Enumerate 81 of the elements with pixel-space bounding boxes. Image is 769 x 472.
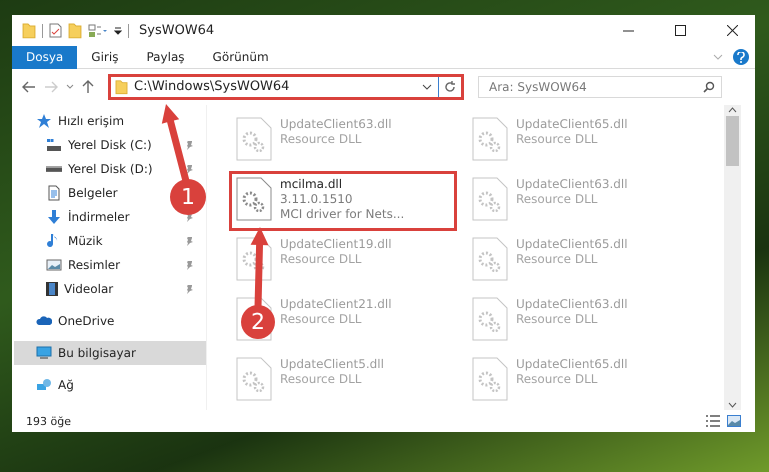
search-field[interactable]: Ara: SysWOW64 bbox=[478, 76, 722, 98]
picture-icon bbox=[46, 259, 62, 271]
file-gear-icon bbox=[236, 117, 272, 161]
file-detail: Resource DLL bbox=[516, 252, 598, 267]
scroll-up-icon[interactable] bbox=[728, 107, 737, 113]
file-detail: Resource DLL bbox=[280, 132, 362, 147]
drive-icon bbox=[46, 166, 62, 172]
file-detail: Resource DLL bbox=[280, 312, 362, 327]
details-view-icon[interactable] bbox=[705, 414, 721, 428]
sidebar-item[interactable]: Ağ bbox=[14, 373, 206, 397]
computer-icon bbox=[36, 345, 52, 361]
window-title: SysWOW64 bbox=[139, 23, 214, 38]
pin-icon bbox=[184, 236, 194, 246]
sidebar-item[interactable]: OneDrive bbox=[14, 309, 206, 333]
download-icon bbox=[46, 209, 62, 225]
sidebar-item[interactable]: Bu bilgisayar bbox=[14, 341, 206, 365]
maximize-icon bbox=[674, 25, 686, 36]
file-gear-icon bbox=[472, 297, 508, 341]
sidebar-item[interactable]: Hızlı erişim bbox=[14, 109, 206, 133]
pin-icon bbox=[184, 284, 194, 294]
file-gear-icon bbox=[472, 177, 508, 221]
sidebar-item[interactable]: Belgeler bbox=[14, 181, 172, 205]
item-count: 193 öğe bbox=[26, 414, 71, 428]
film-icon bbox=[46, 281, 58, 297]
sidebar-item[interactable]: Yerel Disk (C:) bbox=[14, 133, 172, 157]
close-icon bbox=[726, 25, 738, 36]
sidebar-item[interactable]: İndirmeler bbox=[14, 205, 172, 229]
step-number-badge: 1 bbox=[170, 179, 206, 215]
ribbon-tab[interactable]: Görünüm bbox=[198, 46, 283, 68]
search-icon bbox=[703, 81, 715, 93]
file-detail: MCI driver for Nets... bbox=[280, 207, 404, 222]
scrollbar-thumb[interactable] bbox=[726, 116, 739, 166]
file-gear-icon bbox=[472, 237, 508, 281]
scroll-down-icon[interactable] bbox=[728, 402, 737, 408]
up-arrow-icon bbox=[82, 80, 94, 94]
file-detail: Resource DLL bbox=[516, 192, 598, 207]
file-detail: Resource DLL bbox=[516, 312, 598, 327]
question-mark-icon bbox=[737, 52, 745, 62]
drive-icon bbox=[46, 139, 62, 151]
folder-icon bbox=[115, 79, 128, 95]
file-name[interactable]: mcilma.dll bbox=[280, 177, 404, 192]
minimize-icon bbox=[622, 30, 634, 32]
ribbon-tab[interactable]: Giriş bbox=[77, 46, 132, 68]
sidebar-item[interactable]: Resimler bbox=[14, 253, 172, 277]
up-button[interactable] bbox=[80, 78, 96, 96]
chevron-down-icon bbox=[66, 84, 74, 90]
scrollbar[interactable] bbox=[724, 105, 741, 410]
pin-icon bbox=[184, 260, 194, 270]
dropdown-caret-icon[interactable] bbox=[422, 84, 432, 90]
large-icons-view-icon[interactable] bbox=[727, 415, 741, 427]
folder-icon bbox=[22, 22, 36, 39]
file-gear-icon bbox=[236, 357, 272, 401]
file-detail: Resource DLL bbox=[516, 372, 598, 387]
document-icon bbox=[46, 185, 62, 201]
refresh-icon[interactable] bbox=[443, 80, 457, 94]
ribbon-tab[interactable]: Paylaş bbox=[132, 46, 199, 68]
sidebar-item[interactable]: Videolar bbox=[14, 277, 172, 301]
folder-icon bbox=[68, 22, 82, 39]
back-button[interactable] bbox=[20, 79, 38, 95]
file-detail: 3.11.0.1510 bbox=[280, 192, 354, 207]
cloud-icon bbox=[36, 316, 52, 326]
file-gear-icon bbox=[236, 177, 272, 221]
help-button[interactable] bbox=[733, 49, 749, 65]
properties-icon[interactable] bbox=[49, 23, 62, 38]
address-field[interactable]: C:\Windows\SysWOW64 bbox=[108, 74, 464, 100]
file-detail: Resource DLL bbox=[516, 132, 598, 147]
forward-arrow-icon bbox=[44, 81, 58, 93]
file-gear-icon bbox=[472, 117, 508, 161]
pin-icon bbox=[184, 164, 194, 174]
file-gear-icon bbox=[472, 357, 508, 401]
view-options-icon[interactable] bbox=[88, 24, 108, 38]
file-detail: Resource DLL bbox=[280, 372, 362, 387]
pin-icon bbox=[184, 140, 194, 150]
back-arrow-icon bbox=[22, 81, 36, 93]
star-icon bbox=[36, 113, 52, 129]
sidebar-item[interactable]: Yerel Disk (D:) bbox=[14, 157, 172, 181]
sidebar-item[interactable]: Müzik bbox=[14, 229, 172, 253]
file-detail: Resource DLL bbox=[280, 252, 362, 267]
ribbon-tab[interactable]: Dosya bbox=[12, 46, 78, 68]
dropdown-caret-icon[interactable] bbox=[114, 26, 122, 34]
network-icon bbox=[36, 377, 52, 393]
